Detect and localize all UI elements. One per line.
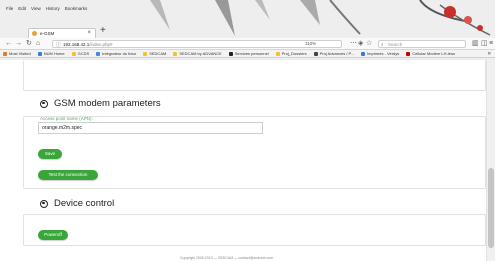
bookmark-label: Cellular Modem LH-less — [412, 51, 455, 56]
search-icon: ⌕ — [381, 42, 384, 47]
device-section-header: Device control — [40, 198, 114, 209]
bookmark-icon — [3, 51, 7, 56]
zoom-level[interactable]: 110% — [305, 40, 316, 48]
pocket-icon[interactable]: ◈ — [358, 38, 363, 49]
new-tab-icon[interactable]: + — [100, 25, 106, 37]
reload-icon[interactable]: ↻ — [26, 38, 32, 49]
browser-tab[interactable]: e-GSM × — [28, 28, 96, 38]
bookmark-icon — [143, 51, 148, 56]
bookmark-item[interactable]: Cellular Modem LH-less — [406, 51, 455, 56]
bookmark-label: SEDCAM — [149, 51, 167, 56]
radio-selected-icon — [40, 99, 48, 108]
bookmark-item[interactable]: Services personnel — [228, 51, 269, 56]
tab-title: e-GSM — [40, 31, 55, 36]
menu-history[interactable]: History — [46, 5, 60, 13]
bookmark-icon — [96, 51, 101, 56]
save-button[interactable]: Save — [38, 149, 62, 159]
gsm-section-title: GSM modem parameters — [54, 98, 161, 109]
apn-input[interactable] — [38, 122, 263, 134]
menu-icon[interactable]: ≡ — [489, 38, 493, 49]
bookmark-icon — [406, 51, 411, 56]
poweroff-button[interactable]: Poweroff — [38, 230, 68, 240]
bookmark-icon — [71, 51, 76, 56]
bookmark-icon — [361, 51, 366, 56]
bookmarks-overflow-icon[interactable]: » — [488, 50, 491, 57]
forward-icon[interactable]: → — [15, 38, 22, 49]
info-icon[interactable]: ⓘ — [56, 41, 61, 49]
scrollbar-thumb[interactable] — [488, 168, 494, 248]
previous-section-card — [23, 60, 486, 91]
bookmark-item[interactable]: NUM Home — [37, 51, 65, 56]
bookmark-item[interactable]: Intégrateur du futur — [96, 51, 136, 56]
bookmark-item[interactable]: Imprimés - Verdys — [361, 51, 399, 56]
close-tab-icon[interactable]: × — [87, 30, 91, 36]
device-section-title: Device control — [54, 198, 115, 209]
favicon-icon — [32, 31, 37, 36]
bookmark-label: GCDS — [77, 51, 90, 56]
bookmark-item[interactable]: Proj Advances / P... — [313, 51, 355, 56]
bookmark-item[interactable]: GCDS — [71, 51, 90, 56]
gsm-section-header: GSM modem parameters — [40, 98, 161, 109]
menu-bookmarks[interactable]: Bookmarks — [65, 5, 88, 13]
bookmark-item[interactable]: SEDCAM — [143, 51, 166, 56]
bookmark-label: Proj_Dossiers — [281, 51, 307, 56]
sidebar-icon[interactable]: ◫ — [481, 38, 488, 49]
address-bar[interactable]: ⓘ 192.168.42.1/index.php# — [52, 40, 342, 48]
bookmarks-toolbar: Most Visited NUM Home GCDS Intégrateur d… — [0, 50, 495, 58]
bookmark-label: Imprimés - Verdys — [367, 51, 400, 56]
library-icon[interactable]: ▥ — [472, 38, 479, 49]
page-actions-icon[interactable]: ⋯ — [350, 38, 357, 49]
url-host: 192.168.42.1 — [63, 42, 90, 47]
search-input[interactable]: ⌕ Search — [378, 40, 466, 48]
menu-view[interactable]: View — [31, 5, 41, 13]
apn-label: Access point name (APN): — [40, 116, 93, 121]
bookmark-item[interactable]: SEDCAM by ADVANCE — [173, 51, 222, 56]
bookmark-label: Services personnel — [234, 51, 269, 56]
bookmark-item[interactable]: Most Visited — [3, 51, 31, 56]
menu-edit[interactable]: Edit — [18, 5, 26, 13]
home-icon[interactable]: ⌂ — [36, 38, 40, 49]
radio-selected-icon — [40, 199, 48, 208]
url-path: /index.php# — [89, 42, 113, 47]
bookmark-icon — [313, 51, 318, 56]
device-card — [23, 214, 486, 246]
back-icon[interactable]: ← — [5, 38, 12, 49]
bookmark-item[interactable]: Proj_Dossiers — [275, 51, 307, 56]
bookmark-label: Intégrateur du futur — [102, 51, 137, 56]
bookmark-star-icon[interactable]: ☆ — [366, 38, 372, 49]
search-placeholder: Search — [388, 42, 403, 47]
bookmark-icon — [37, 51, 42, 56]
page-footer: Copyright 2009-2013 — SEDCAM — contact@s… — [180, 256, 274, 260]
bookmark-icon — [275, 51, 280, 56]
bookmark-label: NUM Home — [43, 51, 65, 56]
test-connection-button[interactable]: Test the connection — [38, 170, 98, 180]
bookmark-label: Proj Advances / P... — [319, 51, 355, 56]
bookmark-label: SEDCAM by ADVANCE — [179, 51, 222, 56]
bookmark-label: Most Visited — [9, 51, 31, 56]
bookmark-icon — [173, 51, 178, 56]
bookmark-icon — [228, 51, 233, 56]
menu-file[interactable]: File — [6, 5, 13, 13]
menu-bar: File Edit View History Bookmarks — [6, 5, 87, 13]
